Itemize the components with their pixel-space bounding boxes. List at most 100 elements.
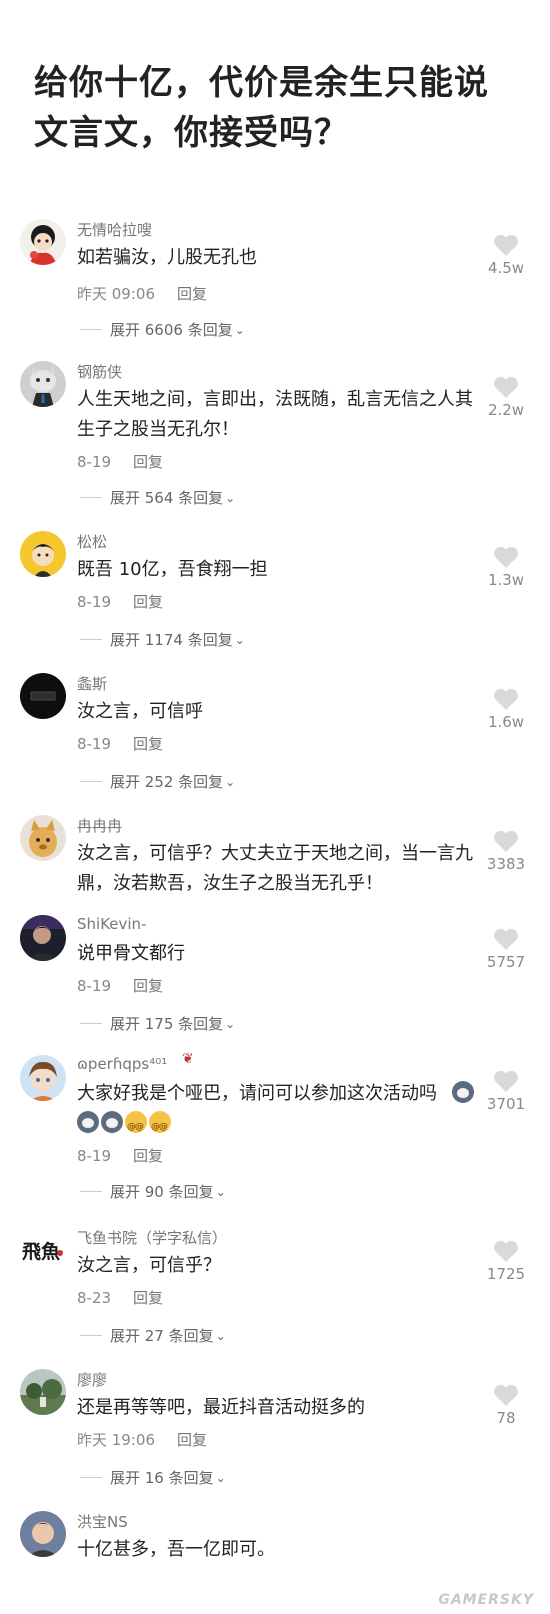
page-title: 给你十亿，代价是余生只能说文言文，你接受吗？ <box>34 63 489 153</box>
husky-emoji-icon <box>77 1111 99 1133</box>
reply-button[interactable]: 回复 <box>177 285 207 303</box>
avatar[interactable] <box>20 815 66 861</box>
heart-icon <box>494 234 518 256</box>
comment-date: 昨天 09:06 <box>77 285 155 303</box>
comment-item: 冉冉冉 汝之言，可信乎？大丈夫立于天地之间，当一言九鼎，汝若欺吾，汝生子之股当无… <box>0 815 550 905</box>
username[interactable]: ShiKevin- <box>77 915 146 933</box>
comment-meta: 8-19 回复 <box>77 451 163 472</box>
comment-meta: 8-23 回复 <box>77 1287 163 1308</box>
comment-date: 8-19 <box>77 735 112 753</box>
reply-button[interactable]: 回复 <box>177 1431 207 1449</box>
reply-button[interactable]: 回复 <box>133 1289 163 1307</box>
expand-replies-label: 展开 1174 条回复 <box>110 631 233 649</box>
like-button[interactable]: 5757 <box>480 927 532 971</box>
username[interactable]: 飞鱼书院（学字私信） <box>77 1227 227 1248</box>
like-button[interactable]: 78 <box>480 1383 532 1427</box>
avatar[interactable] <box>20 1369 66 1415</box>
username[interactable]: 无情哈拉嗖 <box>77 219 152 240</box>
reply-button[interactable]: 回复 <box>133 1147 163 1165</box>
chevron-down-icon: ⌄ <box>215 1328 226 1343</box>
expand-replies[interactable]: 展开 175 条回复 ⌄ <box>80 1013 235 1034</box>
comment-text: 十亿甚多，吾一亿即可。 <box>77 1539 275 1560</box>
username[interactable]: 廖廖 <box>77 1369 107 1390</box>
husky-emoji-icon <box>101 1111 123 1133</box>
username[interactable]: 钢筋侠 <box>77 361 122 382</box>
like-button[interactable]: 1.3w <box>480 545 532 589</box>
like-button[interactable]: 3383 <box>480 829 532 873</box>
avatar[interactable] <box>20 219 66 265</box>
like-count: 4.5w <box>487 259 525 277</box>
divider <box>80 639 102 640</box>
divider <box>80 497 102 498</box>
expand-replies[interactable]: 展开 6606 条回复 ⌄ <box>80 319 245 340</box>
comment-item: ɷperɦqps⁴⁰¹ ❦ 大家好我是个哑巴，请问可以参加这次活动吗 8-19 回… <box>0 1051 550 1205</box>
expand-replies-label: 展开 252 条回复 <box>110 773 224 791</box>
comment-date: 8-19 <box>77 593 112 611</box>
like-button[interactable]: 3701 <box>480 1069 532 1113</box>
comment-item: 无情哈拉嗖 如若骗汝，儿股无孔也 昨天 09:06 回复 展开 6606 条回复 ⌄… <box>0 219 550 349</box>
expand-replies[interactable]: 展开 27 条回复 ⌄ <box>80 1325 226 1346</box>
heart-icon <box>494 928 518 950</box>
avatar[interactable] <box>20 673 66 719</box>
comment-item: 廖廖 还是再等等吧，最近抖音活动挺多的 昨天 19:06 回复 展开 16 条回复… <box>0 1369 550 1499</box>
expand-replies[interactable]: 展开 564 条回复 ⌄ <box>80 487 235 508</box>
avatar[interactable] <box>20 531 66 577</box>
username[interactable]: 冉冉冉 <box>77 815 122 836</box>
expand-replies-label: 展开 90 条回复 <box>110 1183 214 1201</box>
username[interactable]: ɷperɦqps⁴⁰¹ <box>77 1055 167 1073</box>
comment-item: 飛魚 飞鱼书院（学字私信） 汝之言，可信乎？ 8-23 回复 展开 27 条回复 ⌄… <box>0 1227 550 1357</box>
divider <box>80 1191 102 1192</box>
like-button[interactable]: 4.5w <box>480 233 532 277</box>
like-button[interactable]: 1.6w <box>480 687 532 731</box>
avatar[interactable] <box>20 1055 66 1101</box>
expand-replies-label: 展开 6606 条回复 <box>110 321 233 339</box>
expand-replies[interactable]: 展开 1174 条回复 ⌄ <box>80 629 245 650</box>
avatar[interactable] <box>20 361 66 407</box>
comment-meta: 8-19 回复 <box>77 975 163 996</box>
expand-replies[interactable]: 展开 252 条回复 ⌄ <box>80 771 235 792</box>
comment-meta: 8-19 回复 <box>77 1145 163 1166</box>
reply-button[interactable]: 回复 <box>133 735 163 753</box>
username[interactable]: 螽斯 <box>77 673 107 694</box>
divider <box>80 1023 102 1024</box>
heart-icon <box>494 376 518 398</box>
rose-icon: ❦ <box>182 1051 194 1067</box>
avatar[interactable] <box>20 1511 66 1557</box>
reply-button[interactable]: 回复 <box>133 593 163 611</box>
username[interactable]: 洪宝NS <box>77 1511 128 1532</box>
chevron-down-icon: ⌄ <box>225 774 236 789</box>
expand-replies-label: 展开 175 条回复 <box>110 1015 224 1033</box>
like-button[interactable]: 1725 <box>480 1239 532 1283</box>
comment-text: 汝之言，可信乎？大丈夫立于天地之间，当一言九鼎，汝若欺吾，汝生子之股当无孔乎！ <box>77 843 473 894</box>
comment-item: 钢筋侠 人生天地之间，言即出，法既随，乱言无信之人其生子之股当无孔尔！ 8-19… <box>0 361 550 511</box>
expand-replies-label: 展开 16 条回复 <box>110 1469 214 1487</box>
comment-date: 8-19 <box>77 977 112 995</box>
comment-text: 既吾 10亿，吾食翔一担 <box>77 559 268 580</box>
watermark: GAMERSKY <box>438 1592 534 1608</box>
comment-date: 8-19 <box>77 453 112 471</box>
expand-replies[interactable]: 展开 90 条回复 ⌄ <box>80 1181 226 1202</box>
avatar[interactable]: 飛魚 <box>20 1227 66 1273</box>
like-count: 3701 <box>486 1095 526 1113</box>
like-button[interactable]: 2.2w <box>480 375 532 419</box>
heart-icon <box>494 546 518 568</box>
avatar[interactable] <box>20 915 66 961</box>
username[interactable]: 松松 <box>77 531 107 552</box>
comment-date: 8-19 <box>77 1147 112 1165</box>
comment-text: 如若骗汝，儿股无孔也 <box>77 247 257 268</box>
dizzy-emoji-icon <box>125 1111 147 1142</box>
like-count: 2.2w <box>487 401 525 419</box>
divider <box>80 1335 102 1336</box>
chevron-down-icon: ⌄ <box>225 490 236 505</box>
reply-button[interactable]: 回复 <box>133 453 163 471</box>
chevron-down-icon: ⌄ <box>225 1016 236 1031</box>
reply-button[interactable]: 回复 <box>133 977 163 995</box>
heart-icon <box>494 830 518 852</box>
chevron-down-icon: ⌄ <box>234 632 245 647</box>
like-count: 3383 <box>486 855 526 873</box>
comment-item: 螽斯 汝之言，可信呼 8-19 回复 展开 252 条回复 ⌄ 1.6w <box>0 673 550 803</box>
like-count: 5757 <box>486 953 526 971</box>
expand-replies[interactable]: 展开 16 条回复 ⌄ <box>80 1467 226 1488</box>
comment-text: 人生天地之间，言即出，法既随，乱言无信之人其生子之股当无孔尔！ <box>77 389 473 440</box>
comment-meta: 昨天 09:06 回复 <box>77 283 207 304</box>
